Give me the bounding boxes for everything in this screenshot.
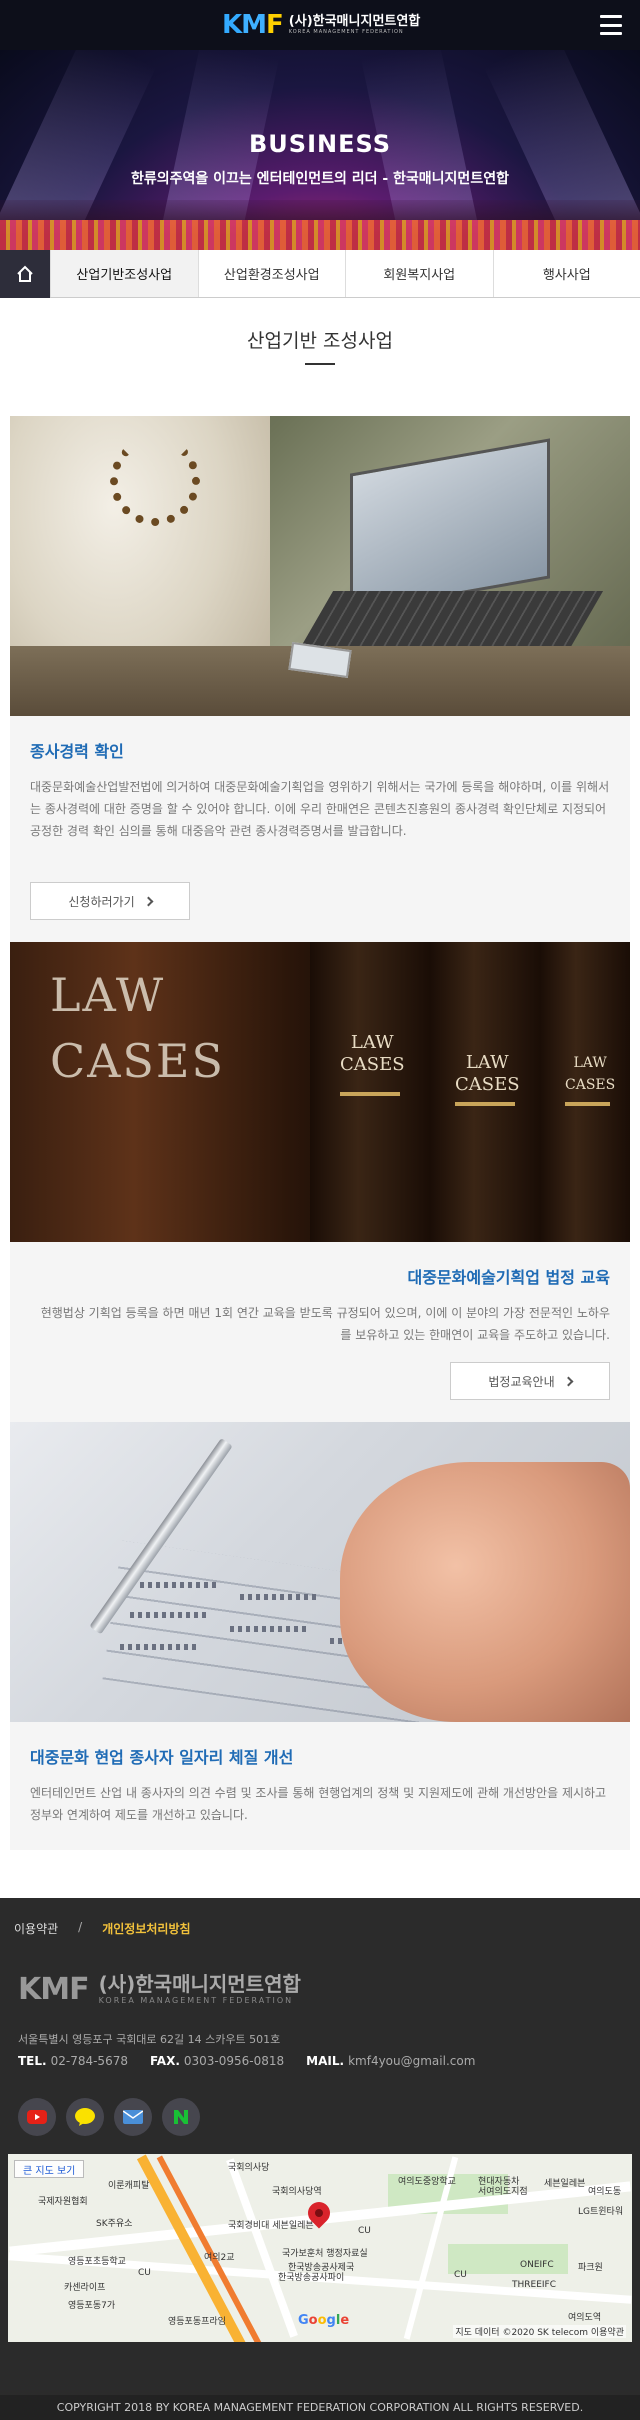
job-improvement-image: [10, 1422, 630, 1722]
naver-icon[interactable]: [162, 2098, 200, 2136]
card-title: 종사경력 확인: [30, 742, 124, 761]
footer-contact: TEL. 02-784-5678 FAX. 0303-0956-0818 MAIL.…: [18, 2054, 476, 2068]
job-improvement-card: 대중문화 현업 종사자 일자리 체질 개선 엔터테인먼트 산업 내 종사자의 의…: [10, 1722, 630, 1850]
legal-education-info-button[interactable]: 법정교육안내: [450, 1362, 610, 1400]
large-map-button[interactable]: 큰 지도 보기: [14, 2160, 85, 2178]
logo-mark: KMF: [222, 10, 284, 40]
card-title: 대중문화 현업 종사자 일자리 체질 개선: [30, 1748, 294, 1767]
section-title: 산업기반 조성사업: [247, 330, 393, 352]
site-footer: 이용약관 / 개인정보처리방침 KMF (사)한국매니지먼트연합 KOREA M…: [0, 1898, 640, 2395]
legal-education-image: LAW CASES LAW CASES LAW CASES LAW CASES: [10, 942, 630, 1242]
footer-logo-korean-name: (사)한국매니지먼트연합: [98, 1972, 301, 1996]
footer-link-separator: /: [78, 1920, 83, 1934]
tab-industry-environment[interactable]: 산업환경조성사업: [197, 250, 346, 297]
legal-education-card: 대중문화예술기획업 법정 교육 현행법상 기획업 등록을 하면 매년 1회 연간…: [10, 1242, 630, 1422]
footer-fax: 0303-0956-0818: [183, 2054, 285, 2068]
logo-english-name: KOREA MANAGEMENT FEDERATION: [288, 29, 404, 35]
sub-navigation-tabs: 산업기반조성사업 산업환경조성사업 회원복지사업 행사사업: [0, 250, 640, 298]
location-map[interactable]: 큰 지도 보기 국회의사당역 여의도중앙학교 현대자동차 서여의도지점 세븐일레…: [8, 2154, 632, 2342]
career-verification-card: 종사경력 확인 대중문화예술산업발전법에 의거하여 대중문화예술기획업을 영위하…: [10, 716, 630, 942]
card-description: 엔터테인먼트 산업 내 종사자의 의견 수렴 및 조사를 통해 현행업계의 정책…: [30, 1786, 607, 1822]
hero-banner: BUSINESS 한류의주역을 이끄는 엔터테인먼트의 리더 - 한국매니지먼트…: [0, 50, 640, 250]
card-title: 대중문화예술기획업 법정 교육: [407, 1268, 610, 1287]
mail-icon[interactable]: [114, 2098, 152, 2136]
hamburger-icon[interactable]: [600, 15, 622, 35]
site-header: KMF (사)한국매니지먼트연합 KOREA MANAGEMENT FEDERA…: [0, 0, 640, 50]
hero-title: BUSINESS: [249, 130, 391, 158]
law-cases-book-title: LAW CASES: [50, 968, 226, 1088]
apply-button[interactable]: 신청하러가기: [30, 882, 190, 920]
footer-links: 이용약관 / 개인정보처리방침: [14, 1920, 191, 1937]
google-logo: Google: [298, 2313, 350, 2328]
copyright-text: COPYRIGHT 2018 BY KOREA MANAGEMENT FEDER…: [0, 2395, 640, 2420]
section-title-underline: [305, 363, 335, 365]
footer-logo: KMF (사)한국매니지먼트연합 KOREA MANAGEMENT FEDERA…: [18, 1972, 301, 2007]
card-description: 대중문화예술산업발전법에 의거하여 대중문화예술기획업을 영위하기 위해서는 국…: [30, 780, 610, 838]
youtube-icon[interactable]: [18, 2098, 56, 2136]
privacy-policy-link[interactable]: 개인정보처리방침: [102, 1920, 190, 1937]
tab-events[interactable]: 행사사업: [492, 250, 640, 297]
card-description: 현행법상 기획업 등록을 하면 매년 1회 연간 교육을 받도록 규정되어 있으…: [40, 1306, 610, 1342]
tab-industry-foundation[interactable]: 산업기반조성사업: [50, 250, 198, 297]
chevron-right-icon: [143, 896, 154, 906]
chevron-right-icon: [563, 1376, 574, 1386]
footer-logo-english-name: KOREA MANAGEMENT FEDERATION: [98, 1996, 294, 2005]
tab-member-welfare[interactable]: 회원복지사업: [345, 250, 493, 297]
home-icon[interactable]: [0, 250, 50, 298]
career-verification-image: [10, 416, 630, 716]
social-links: [18, 2098, 200, 2136]
footer-tel: 02-784-5678: [50, 2054, 128, 2068]
site-logo[interactable]: KMF (사)한국매니지먼트연합 KOREA MANAGEMENT FEDERA…: [222, 10, 420, 40]
hero-subtitle: 한류의주역을 이끄는 엔터테인먼트의 리더 - 한국매니지먼트연합: [131, 171, 509, 187]
footer-address: 서울특별시 영등포구 국회대로 62길 14 스카우트 501호: [18, 2033, 281, 2046]
footer-mail[interactable]: kmf4you@gmail.com: [348, 2054, 475, 2068]
logo-korean-name: (사)한국매니지먼트연합: [288, 14, 421, 29]
terms-link[interactable]: 이용약관: [14, 1920, 58, 1937]
kakaotalk-icon[interactable]: [66, 2098, 104, 2136]
map-credit[interactable]: 지도 데이터 ©2020 SK telecom 이용약관: [453, 2325, 626, 2338]
footer-logo-mark: KMF: [18, 1972, 90, 2007]
